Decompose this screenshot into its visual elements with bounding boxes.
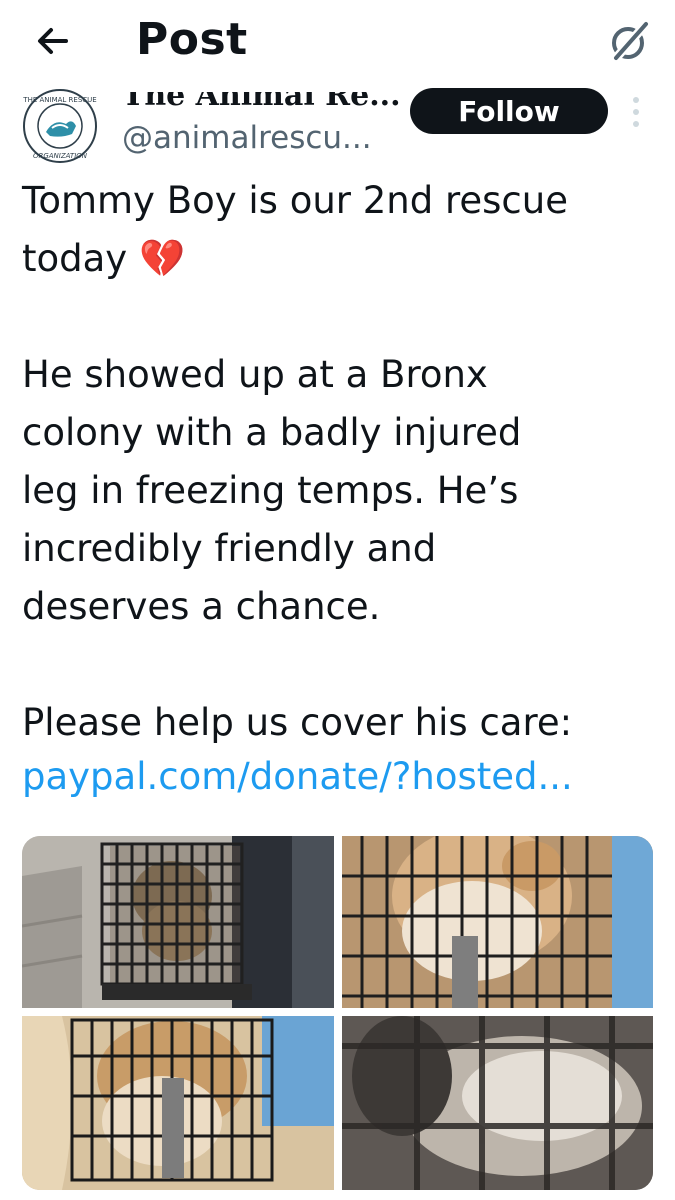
media-photo-1[interactable] (22, 836, 334, 1008)
media-grid (22, 836, 653, 1190)
arrow-left-icon (38, 28, 68, 54)
top-bar: Post (0, 0, 675, 84)
author-handle[interactable]: @animalrescu... (122, 120, 372, 156)
more-options-button[interactable] (626, 92, 646, 132)
grok-slash-icon (611, 19, 651, 63)
follow-button[interactable]: Follow (410, 88, 608, 134)
tweet-link[interactable]: paypal.com/donate/?hosted... (22, 748, 573, 806)
more-vertical-icon (633, 97, 639, 127)
author-name[interactable]: The Animal Re... (122, 92, 401, 113)
avatar-text-bottom: ORGANIZATION (33, 152, 88, 160)
page-title: Post (136, 14, 248, 65)
media-photo-3[interactable] (22, 1016, 334, 1190)
tweet-text: Tommy Boy is our 2nd rescue today 💔 He s… (22, 179, 573, 744)
author-row: THE ANIMAL RESCUE ORGANIZATION The Anima… (0, 84, 675, 164)
media-photo-4[interactable] (342, 1016, 653, 1190)
media-photo-2[interactable] (342, 836, 653, 1008)
avatar-text-top: THE ANIMAL RESCUE (22, 96, 96, 104)
avatar[interactable]: THE ANIMAL RESCUE ORGANIZATION (22, 88, 98, 164)
grok-button[interactable] (606, 18, 652, 64)
back-button[interactable] (30, 18, 76, 64)
